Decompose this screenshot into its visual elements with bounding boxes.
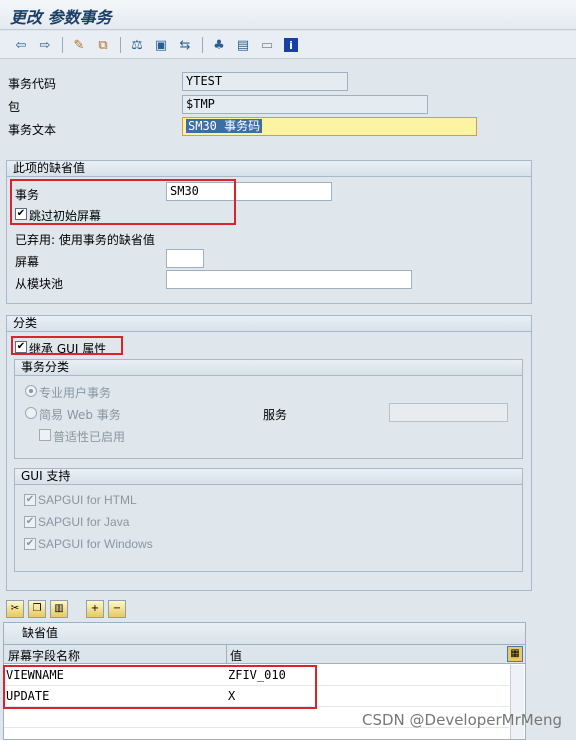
table-settings-icon[interactable]: ▦ <box>507 646 523 662</box>
title-bar: 更改 参数事务 <box>0 0 576 30</box>
defaults-table-title: 缺省值 <box>4 623 525 645</box>
highlight-box-inherit <box>11 336 123 355</box>
professional-label: 专业用户事务 <box>39 386 112 400</box>
defaults-group-title: 此项的缺省值 <box>7 161 531 177</box>
where-used-icon[interactable]: ⇆ <box>176 36 194 54</box>
info-icon[interactable]: i <box>284 38 298 52</box>
watermark: CSDN @DeveloperMrMeng <box>362 711 562 729</box>
sapgui-html-label: SAPGUI for HTML <box>38 493 137 507</box>
cut-icon[interactable]: ✂ <box>6 600 24 618</box>
sapgui-java-label: SAPGUI for Java <box>38 515 130 529</box>
tx-text-value: SM30 事务码 <box>186 119 263 133</box>
screen-field[interactable] <box>166 249 204 268</box>
highlight-box-table-rows <box>3 665 317 709</box>
col-header-field: 屏幕字段名称 <box>8 649 81 663</box>
easy-web-radio[interactable] <box>25 407 37 419</box>
activate-icon[interactable]: ▣ <box>152 36 170 54</box>
toolbar-separator <box>202 37 203 53</box>
copy-icon[interactable]: ❐ <box>28 600 46 618</box>
display-change-icon[interactable]: ✎ <box>70 36 88 54</box>
classification-group-title: 分类 <box>7 316 531 332</box>
professional-radio[interactable] <box>25 385 37 397</box>
tx-class-title: 事务分类 <box>15 360 522 376</box>
paste-icon[interactable]: ▥ <box>50 600 68 618</box>
object-list-icon[interactable]: ▤ <box>234 36 252 54</box>
obsolete-label: 已弃用: 使用事务的缺省值 <box>15 233 155 247</box>
gui-support-title: GUI 支持 <box>15 469 522 485</box>
easy-web-label: 简易 Web 事务 <box>39 408 121 422</box>
module-pool-label: 从模块池 <box>15 277 64 291</box>
delete-row-icon[interactable]: − <box>108 600 126 618</box>
toolbar-separator <box>62 37 63 53</box>
display-object-list-icon[interactable]: ▭ <box>258 36 276 54</box>
forward-icon[interactable]: ⇨ <box>36 36 54 54</box>
check-icon[interactable]: ⚖ <box>128 36 146 54</box>
toolbar-separator <box>120 37 121 53</box>
other-object-icon[interactable]: ⧉ <box>94 36 112 54</box>
pervasive-checkbox[interactable] <box>39 429 51 441</box>
pervasive-label: 普适性已启用 <box>53 430 126 444</box>
col-header-value: 值 <box>230 649 243 663</box>
sapgui-windows-label: SAPGUI for Windows <box>38 537 153 551</box>
sapgui-html-checkbox[interactable]: ✔ <box>24 494 36 506</box>
service-field[interactable] <box>389 403 508 422</box>
sapgui-windows-checkbox[interactable]: ✔ <box>24 538 36 550</box>
screen-label: 屏幕 <box>15 255 40 269</box>
highlight-box-transaction <box>10 179 236 225</box>
application-toolbar: ⇦ ⇨ ✎ ⧉ ⚖ ▣ ⇆ ♣ ▤ ▭ i <box>0 31 576 59</box>
tcode-label: 事务代码 <box>8 77 57 91</box>
package-field[interactable]: $TMP <box>182 95 428 114</box>
package-label: 包 <box>8 100 21 114</box>
service-label: 服务 <box>263 408 288 422</box>
module-pool-field[interactable] <box>166 270 412 289</box>
insert-row-icon[interactable]: + <box>86 600 104 618</box>
back-icon[interactable]: ⇦ <box>12 36 30 54</box>
tx-text-label: 事务文本 <box>8 123 57 137</box>
tx-text-field[interactable]: SM30 事务码 <box>182 117 477 136</box>
sapgui-java-checkbox[interactable]: ✔ <box>24 516 36 528</box>
col-divider <box>226 645 227 663</box>
tcode-field[interactable]: YTEST <box>182 72 348 91</box>
table-header: 屏幕字段名称 值 ▦ <box>4 645 525 664</box>
window-title: 更改 参数事务 <box>10 8 112 27</box>
hierarchy-icon[interactable]: ♣ <box>210 36 228 54</box>
